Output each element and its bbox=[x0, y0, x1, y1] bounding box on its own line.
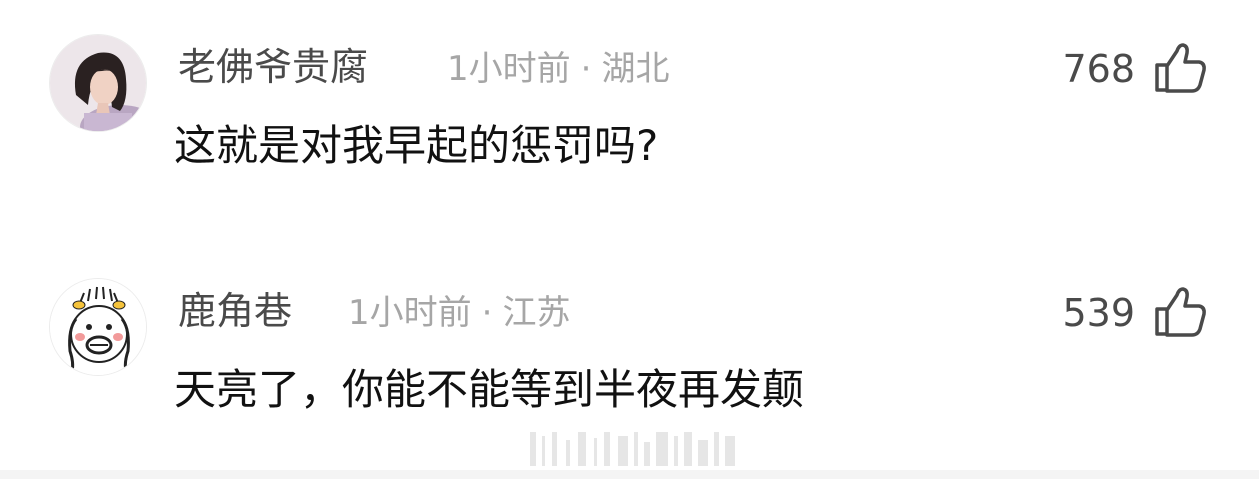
avatar[interactable] bbox=[49, 278, 147, 376]
meta-separator: · bbox=[580, 49, 592, 89]
comment-time: 1小时前 bbox=[447, 49, 571, 89]
comment-text: 天亮了，你能不能等到半夜再发颠 bbox=[174, 365, 805, 414]
watermark-strip bbox=[530, 432, 735, 466]
avatar[interactable] bbox=[49, 34, 147, 132]
comment-location: 湖北 bbox=[601, 49, 670, 89]
comment-meta: 1小时前 · 江苏 bbox=[348, 292, 570, 334]
comment-location: 江苏 bbox=[502, 293, 571, 333]
like-count: 768 bbox=[1062, 47, 1135, 91]
comment-text: 这就是对我早起的惩罚吗? bbox=[174, 121, 659, 170]
username[interactable]: 鹿角巷 bbox=[178, 288, 292, 334]
like-count: 539 bbox=[1062, 291, 1135, 335]
comment-meta: 1小时前 · 湖北 bbox=[447, 48, 669, 90]
comment-time: 1小时前 bbox=[348, 293, 472, 333]
cartoon-avatar-image bbox=[50, 279, 146, 375]
meta-separator: · bbox=[481, 293, 493, 333]
portrait-avatar-image bbox=[50, 35, 146, 131]
thumbs-up-icon[interactable] bbox=[1152, 40, 1208, 96]
thumbs-up-icon[interactable] bbox=[1152, 284, 1208, 340]
footer-divider bbox=[0, 470, 1259, 479]
username[interactable]: 老佛爷贵腐 bbox=[178, 44, 368, 90]
